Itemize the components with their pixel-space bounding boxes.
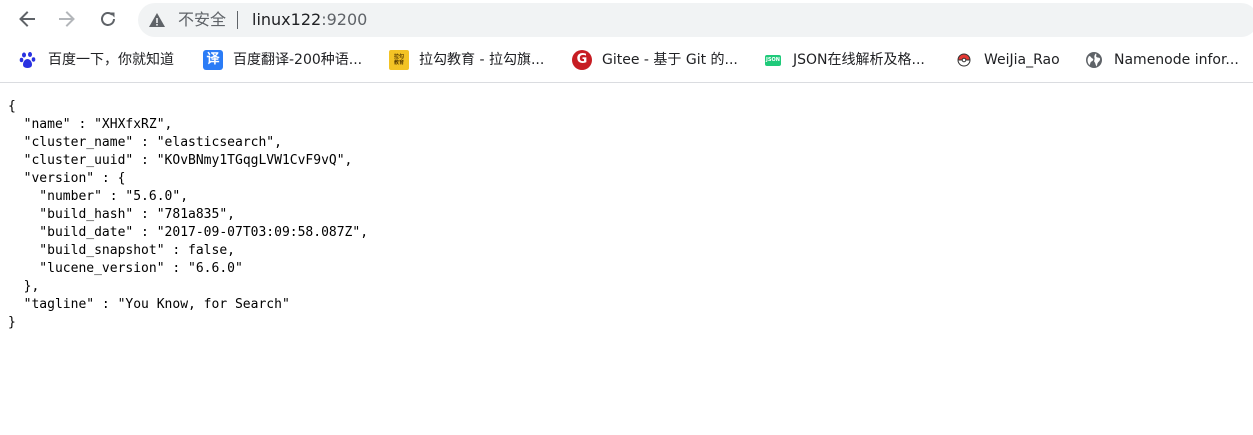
bookmark-gitee[interactable]: G Gitee - 基于 Git 的... bbox=[572, 48, 738, 72]
cluster-name-value: elasticsearch bbox=[164, 135, 267, 150]
reload-button[interactable] bbox=[93, 4, 123, 34]
bookmark-baidu-translate[interactable]: 译 百度翻译-200种语... bbox=[203, 48, 362, 72]
build-hash-value: 781a835 bbox=[164, 207, 220, 222]
address-bar[interactable]: 不安全 linux122:9200 bbox=[138, 3, 1253, 37]
lagou-glyph: 拉勾教育 bbox=[393, 54, 404, 66]
json-response-body: { "name" : "XHXfxRZ", "cluster_name" : "… bbox=[8, 98, 1238, 332]
bookmark-lagou[interactable]: 拉勾教育 拉勾教育 - 拉勾旗... bbox=[389, 48, 544, 72]
gitee-icon: G bbox=[572, 50, 592, 70]
bookmarks-bar: 百度一下，你就知道 译 百度翻译-200种语... 拉勾教育 拉勾教育 - 拉勾… bbox=[0, 40, 1253, 83]
cluster-uuid-value: KOvBNmy1TGqgLVW1CvF9vQ bbox=[164, 153, 337, 168]
bookmark-label: WeiJia_Rao bbox=[984, 52, 1060, 68]
version-number-value: 5.6.0 bbox=[133, 189, 173, 204]
tagline-value: You Know, for Search bbox=[125, 297, 282, 312]
url-text[interactable]: linux122:9200 bbox=[252, 10, 367, 30]
forward-arrow-icon bbox=[59, 11, 75, 27]
build-snapshot-value: false bbox=[188, 243, 228, 258]
back-arrow-icon bbox=[19, 11, 35, 27]
json-icon: JSON bbox=[763, 50, 783, 70]
pokeball-icon bbox=[954, 50, 974, 70]
bookmark-baidu[interactable]: 百度一下，你就知道 bbox=[18, 48, 174, 72]
baidu-paw-icon bbox=[18, 50, 38, 70]
bookmark-namenode[interactable]: Namenode infor... bbox=[1084, 48, 1239, 72]
reload-icon bbox=[101, 12, 115, 26]
url-port: :9200 bbox=[321, 10, 368, 29]
json-glyph: JSON bbox=[765, 54, 781, 66]
lucene-version-value: 6.6.0 bbox=[195, 261, 235, 276]
globe-icon bbox=[1084, 50, 1104, 70]
forward-button[interactable] bbox=[52, 4, 82, 34]
bookmark-label: Gitee - 基于 Git 的... bbox=[602, 52, 738, 68]
security-status-label[interactable]: 不安全 bbox=[178, 10, 226, 30]
baidu-translate-icon: 译 bbox=[203, 50, 223, 70]
url-host: linux122 bbox=[252, 10, 322, 29]
build-date-value: 2017-09-07T03:09:58.087Z bbox=[164, 225, 353, 240]
bookmark-label: 百度一下，你就知道 bbox=[48, 52, 174, 68]
bookmark-json[interactable]: JSON JSON在线解析及格... bbox=[763, 48, 925, 72]
json-text: { "name" : "XHXfxRZ", "cluster_name" : "… bbox=[8, 99, 369, 330]
back-button[interactable] bbox=[12, 4, 42, 34]
browser-toolbar: 不安全 linux122:9200 bbox=[0, 0, 1253, 40]
translate-glyph: 译 bbox=[206, 52, 220, 67]
bookmark-label: Namenode infor... bbox=[1114, 52, 1239, 68]
bookmark-label: 百度翻译-200种语... bbox=[233, 52, 363, 68]
warning-icon[interactable] bbox=[148, 11, 166, 29]
bookmark-label: JSON在线解析及格... bbox=[793, 52, 925, 68]
gitee-glyph: G bbox=[576, 52, 588, 67]
bookmark-weijia-rao[interactable]: WeiJia_Rao bbox=[954, 48, 1060, 72]
address-separator bbox=[237, 11, 238, 29]
bookmark-label: 拉勾教育 - 拉勾旗... bbox=[419, 52, 545, 68]
node-name-value: XHXfxRZ bbox=[101, 117, 157, 132]
lagou-icon: 拉勾教育 bbox=[389, 50, 409, 70]
